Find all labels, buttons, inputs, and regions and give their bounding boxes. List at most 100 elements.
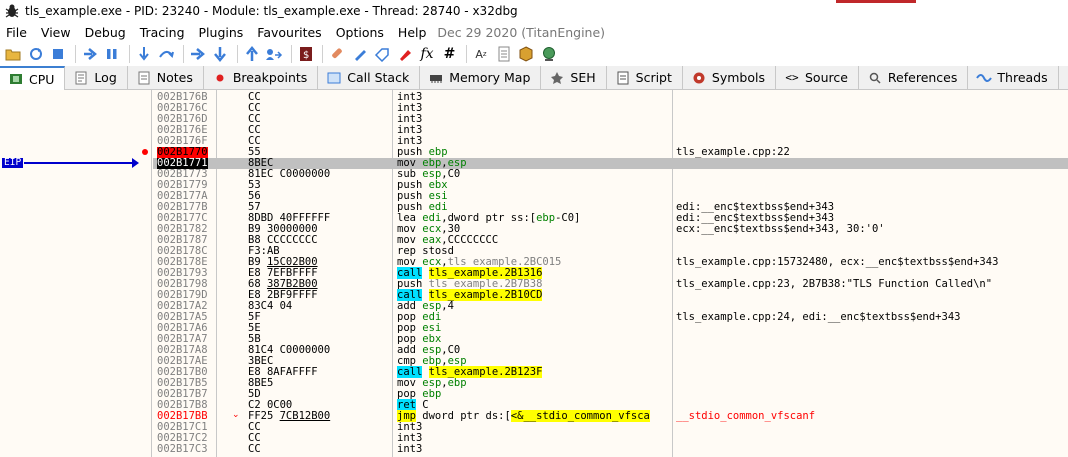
breakpoint-icon	[212, 71, 228, 85]
tab-symbols-label: Symbols	[711, 70, 765, 85]
tab-references-label: References	[887, 70, 958, 85]
tab-references[interactable]: References	[858, 66, 969, 89]
trace-into-icon[interactable]	[188, 44, 208, 64]
row-instruction: int3	[397, 443, 423, 455]
disasm-row[interactable]: 002B1787 B8 CCCCCCCC mov eax,CCCCCCCC	[153, 235, 1068, 246]
step-over-icon[interactable]	[156, 44, 176, 64]
menu-options[interactable]: Options	[329, 25, 391, 40]
trace-over-icon[interactable]	[210, 44, 230, 64]
memory-map-icon	[428, 71, 444, 85]
tab-symbols[interactable]: Symbols	[682, 66, 776, 89]
tab-log[interactable]: Log	[65, 66, 128, 89]
disasm-row[interactable]: 002B1770 55 push ebp tls_example.cpp:22	[153, 147, 1068, 158]
menu-plugins[interactable]: Plugins	[192, 25, 251, 40]
toolbar: $ fx # Az	[0, 42, 1068, 66]
disasm-row[interactable]: 002B17A8 81C4 C0000000 add esp,C0	[153, 345, 1068, 356]
disasm-row[interactable]: 002B17C3 CC int3	[153, 444, 1068, 455]
callstack-icon	[326, 71, 342, 85]
globe-icon[interactable]	[539, 44, 559, 64]
menu-view[interactable]: View	[34, 25, 78, 40]
labels-icon[interactable]	[372, 44, 392, 64]
breakpoint-dot[interactable]	[142, 149, 148, 155]
log-icon	[73, 71, 89, 85]
script-icon[interactable]: $	[296, 44, 316, 64]
disasm-row[interactable]: 002B17C1 CC int3	[153, 422, 1068, 433]
references-icon	[867, 71, 883, 85]
title-bar: tls_example.exe - PID: 23240 - Module: t…	[0, 0, 1068, 22]
menu-favourites[interactable]: Favourites	[250, 25, 328, 40]
menu-file[interactable]: File	[0, 25, 34, 40]
tab-notes-label: Notes	[156, 70, 193, 85]
row-address: 002B17C3	[157, 443, 208, 455]
eip-arrow	[24, 162, 136, 164]
script-tab-icon	[615, 71, 631, 85]
disasm-row[interactable]: 002B17C2 CC int3	[153, 433, 1068, 444]
disasm-row[interactable]: 002B177A 56 push esi	[153, 191, 1068, 202]
notepad-icon[interactable]	[494, 44, 514, 64]
tab-seh[interactable]: SEH	[541, 66, 607, 89]
row-comment: tls_example.cpp:23, 2B7B38:"TLS Function…	[676, 278, 993, 290]
tab-call-stack[interactable]: Call Stack	[318, 66, 421, 89]
row-bytes: CC	[248, 443, 261, 455]
menu-bar: File View Debug Tracing Plugins Favourit…	[0, 22, 1068, 42]
eip-arrow-head	[132, 158, 139, 168]
disasm-row[interactable]: 002B176C CC int3	[153, 103, 1068, 114]
pause-icon[interactable]	[102, 44, 122, 64]
functions-icon[interactable]: fx	[417, 44, 437, 64]
tab-breakpoints-label: Breakpoints	[232, 70, 308, 85]
comments-icon[interactable]	[350, 44, 370, 64]
tab-source-label: Source	[804, 70, 848, 85]
tab-threads[interactable]: Threads	[968, 66, 1059, 89]
disasm-row[interactable]: 002B17BB FF25 7CB12B00 jmp dword ptr ds:[<…	[153, 410, 1068, 422]
tab-notes[interactable]: Notes	[127, 66, 204, 89]
window-close-strip[interactable]	[836, 0, 916, 3]
tab-cpu[interactable]: CPU	[0, 66, 66, 90]
disasm-row[interactable]: 002B1779 53 push ebx	[153, 180, 1068, 191]
menu-debug[interactable]: Debug	[78, 25, 133, 40]
seh-icon	[549, 71, 565, 85]
disasm-row[interactable]: 002B176E CC int3	[153, 125, 1068, 136]
disasm-row[interactable]: 002B17B0 E8 8AFAFFFF call tls_example.2B12…	[153, 366, 1068, 378]
tab-script[interactable]: Script	[606, 66, 683, 89]
tab-breakpoints[interactable]: Breakpoints	[203, 66, 319, 89]
row-comment: __stdio_common_vfscanf	[676, 410, 816, 422]
restart-icon[interactable]	[26, 44, 46, 64]
patch-icon[interactable]	[327, 44, 347, 64]
open-folder-icon[interactable]	[3, 44, 23, 64]
tab-memory-map[interactable]: Memory Map	[420, 66, 542, 89]
disasm-row[interactable]: 002B17A6 5E pop esi	[153, 323, 1068, 334]
tab-script-label: Script	[635, 70, 672, 85]
tab-bar: CPU Log Notes Breakpoints Call Stack Mem…	[0, 66, 1068, 90]
row-comment: tls_example.cpp:15732480, ecx:__enc$text…	[676, 256, 999, 268]
run-icon[interactable]	[80, 44, 100, 64]
tab-log-label: Log	[94, 70, 117, 85]
disassembly-view[interactable]: EIP ⌄ 002B176B CC int3 002B176C CC int3 002B17…	[0, 90, 1068, 457]
threads-icon	[976, 71, 993, 85]
menu-help[interactable]: Help	[391, 25, 434, 40]
disasm-row[interactable]: 002B1773 81EC C0000000 sub esp,C0	[153, 169, 1068, 180]
row-comment: tls_example.cpp:22	[676, 146, 790, 158]
menu-tracing[interactable]: Tracing	[133, 25, 192, 40]
hash-icon[interactable]: #	[440, 44, 460, 64]
execute-till-return-icon[interactable]	[242, 44, 262, 64]
tab-memory-map-label: Memory Map	[449, 70, 531, 85]
x32dbg-bug-icon	[3, 2, 21, 20]
tab-cpu-label: CPU	[29, 71, 55, 87]
build-date: Dec 29 2020 (TitanEngine)	[437, 24, 606, 40]
symbols-icon	[691, 71, 707, 85]
cube-icon[interactable]	[516, 44, 536, 64]
tab-threads-label: Threads	[997, 70, 1048, 85]
run-to-user-code-icon[interactable]	[264, 44, 284, 64]
disasm-row[interactable]: 002B17B5 8BE5 mov esp,ebp	[153, 378, 1068, 389]
disasm-row[interactable]: 002B176F CC int3	[153, 136, 1068, 147]
notes-icon	[136, 71, 152, 85]
disasm-row[interactable]: 002B176B CC int3	[153, 92, 1068, 103]
tab-source[interactable]: <> Source	[775, 66, 859, 89]
font-size-icon[interactable]: Az	[471, 44, 491, 64]
bookmarks-icon[interactable]	[395, 44, 415, 64]
step-into-icon[interactable]	[134, 44, 154, 64]
stop-icon[interactable]	[48, 44, 68, 64]
branch-gutter	[0, 90, 152, 457]
disasm-row[interactable]: 002B17A5 5F pop edi tls_example.cpp:24, edi…	[153, 312, 1068, 323]
disasm-row[interactable]: 002B176D CC int3	[153, 114, 1068, 125]
